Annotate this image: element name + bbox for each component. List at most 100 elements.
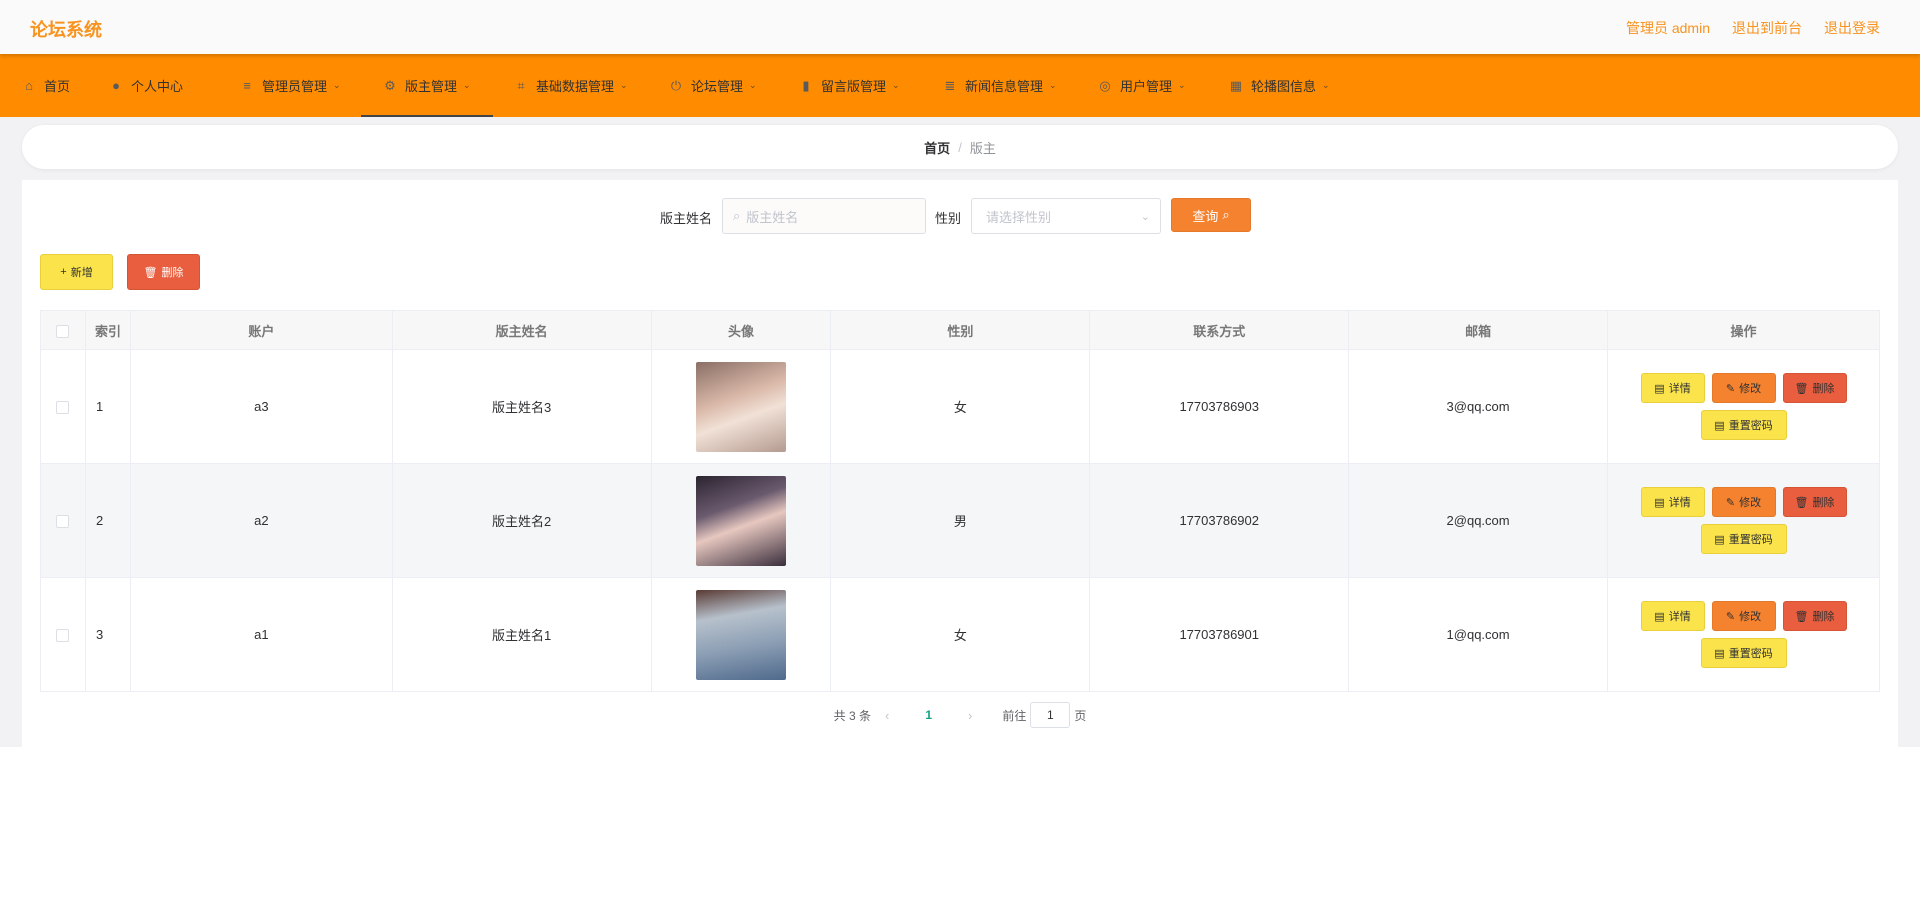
goto-prefix: 前往 xyxy=(1002,708,1027,723)
col-index: 索引 xyxy=(84,310,131,350)
next-page-icon[interactable]: › xyxy=(968,708,972,723)
nav-item-basic-data[interactable]: ⌗ 基础数据管理 ⌄ xyxy=(514,54,628,117)
table-row: 1 a3 版主姓名3 女 17703786903 3@qq.com ▤ 详情 ✎ 修… xyxy=(40,349,1880,464)
exit-to-front-link[interactable]: 退出到前台 xyxy=(1732,18,1802,38)
gender-select[interactable]: 请选择性别 ⌄ xyxy=(971,198,1161,234)
delete-button[interactable]: 🗑 删除 xyxy=(1782,373,1847,403)
search-button[interactable]: 查询 ⌕ xyxy=(1171,198,1251,232)
nav-item-moderator-manage[interactable]: ⚙ 版主管理 ⌄ xyxy=(361,54,493,117)
pencil-icon: ✎ xyxy=(1725,496,1736,509)
avatar[interactable] xyxy=(696,589,787,680)
reset-label: 重置密码 xyxy=(1728,648,1773,660)
row-actions: ▤ 详情 ✎ 修改 🗑 删除 ▤ 重置密码 xyxy=(1607,349,1880,464)
admin-label: 管理员 admin xyxy=(1625,20,1710,36)
plus-icon: + xyxy=(60,266,67,278)
edit-label: 修改 xyxy=(1739,383,1762,395)
row-avatar-cell xyxy=(650,349,832,464)
row-select-cell xyxy=(40,463,86,578)
pagination: 共 3 条 ‹ 1 › 前往 1 页 xyxy=(22,702,1898,728)
chevron-down-icon: ⌄ xyxy=(333,80,341,90)
nav-item-message-manage[interactable]: ▮ 留言版管理 ⌄ xyxy=(799,54,900,117)
row-email: 1@qq.com xyxy=(1348,577,1608,692)
select-all-checkbox[interactable] xyxy=(56,324,70,338)
avatar[interactable] xyxy=(696,361,787,452)
moderator-table: 索引 账户 版主姓名 头像 性别 联系方式 邮箱 操作 1 a3 版主姓名3 女… xyxy=(40,310,1880,692)
nav-item-home[interactable]: ⌂ 首页 xyxy=(22,54,70,117)
reset-password-button[interactable]: ▤ 重置密码 xyxy=(1700,524,1787,554)
detail-button[interactable]: ▤ 详情 xyxy=(1640,601,1705,631)
page-number[interactable]: 1 xyxy=(925,708,932,722)
col-avatar: 头像 xyxy=(650,310,832,350)
nav-label: 留言版管理 xyxy=(821,79,887,94)
row-actions: ▤ 详情 ✎ 修改 🗑 删除 ▤ 重置密码 xyxy=(1607,463,1880,578)
search-icon: ⌕ xyxy=(733,208,741,223)
home-icon: ⌂ xyxy=(25,77,33,93)
name-search-label: 版主姓名 xyxy=(660,211,713,226)
add-button[interactable]: + 新增 xyxy=(40,254,113,290)
delete-button[interactable]: 🗑 删除 xyxy=(1782,601,1847,631)
document-icon: ▤ xyxy=(1714,419,1725,432)
chevron-down-icon: ⌄ xyxy=(1322,80,1330,90)
user-icon: ● xyxy=(112,77,120,93)
pagination-total: 共 3 条 xyxy=(833,708,871,723)
row-checkbox[interactable] xyxy=(56,629,70,643)
row-phone: 17703786901 xyxy=(1089,577,1350,692)
row-name: 版主姓名3 xyxy=(391,349,652,464)
logout-link[interactable]: 退出登录 xyxy=(1824,18,1880,38)
breadcrumb-current: 版主 xyxy=(969,140,996,156)
nav-label: 轮播图信息 xyxy=(1251,79,1317,94)
nav-item-user-manage[interactable]: ◎ 用户管理 ⌄ xyxy=(1098,54,1186,117)
row-checkbox[interactable] xyxy=(56,401,70,415)
nav-item-news-manage[interactable]: ≣ 新闻信息管理 ⌄ xyxy=(943,54,1057,117)
moderator-icon: ⚙ xyxy=(384,77,396,93)
edit-button[interactable]: ✎ 修改 xyxy=(1711,601,1776,631)
detail-button[interactable]: ▤ 详情 xyxy=(1640,487,1705,517)
col-actions: 操作 xyxy=(1607,310,1880,350)
col-account: 账户 xyxy=(129,310,393,350)
edit-button[interactable]: ✎ 修改 xyxy=(1711,487,1776,517)
search-icon: ⌕ xyxy=(1222,207,1230,222)
power-icon: ⏻ xyxy=(670,77,682,93)
table-row: 2 a2 版主姓名2 男 17703786902 2@qq.com ▤ 详情 ✎ 修… xyxy=(40,463,1880,578)
row-phone: 17703786902 xyxy=(1089,463,1350,578)
batch-delete-button[interactable]: 🗑 删除 xyxy=(127,254,200,290)
reset-password-button[interactable]: ▤ 重置密码 xyxy=(1700,638,1787,668)
reset-password-button[interactable]: ▤ 重置密码 xyxy=(1700,410,1787,440)
edit-button[interactable]: ✎ 修改 xyxy=(1711,373,1776,403)
nav-label: 论坛管理 xyxy=(691,79,744,94)
nav-label: 首页 xyxy=(44,79,71,94)
nav-item-forum-manage[interactable]: ⏻ 论坛管理 ⌄ xyxy=(669,54,757,117)
data-icon: ⌗ xyxy=(517,77,525,93)
top-right-links: 管理员 admin 退出到前台 退出登录 xyxy=(1626,18,1880,38)
avatar[interactable] xyxy=(696,475,787,566)
nav-item-carousel[interactable]: ▦ 轮播图信息 ⌄ xyxy=(1229,54,1330,117)
nav-label: 管理员管理 xyxy=(262,79,328,94)
nav-item-profile[interactable]: ● 个人中心 xyxy=(109,54,183,117)
prev-page-icon[interactable]: ‹ xyxy=(885,708,889,723)
delete-label: 删除 xyxy=(1812,383,1835,395)
goto-page-input[interactable]: 1 xyxy=(1030,702,1071,728)
breadcrumb-separator: / xyxy=(958,139,962,155)
nav-label: 新闻信息管理 xyxy=(965,79,1044,94)
brand-title: 论坛系统 xyxy=(30,20,102,40)
trash-icon: 🗑 xyxy=(1794,382,1809,395)
row-index: 1 xyxy=(84,349,131,464)
nav-label: 基础数据管理 xyxy=(536,79,615,94)
chevron-down-icon: ⌄ xyxy=(620,80,628,90)
detail-label: 详情 xyxy=(1668,383,1691,395)
breadcrumb-home[interactable]: 首页 xyxy=(924,138,950,157)
name-search-input[interactable]: ⌕ 版主姓名 xyxy=(722,198,926,234)
detail-button[interactable]: ▤ 详情 xyxy=(1640,373,1705,403)
row-checkbox[interactable] xyxy=(56,515,70,529)
delete-button[interactable]: 🗑 删除 xyxy=(1782,487,1847,517)
goto-suffix: 页 xyxy=(1074,708,1087,723)
chevron-down-icon: ⌄ xyxy=(1178,80,1186,90)
nav-item-admin-manage[interactable]: ≡ 管理员管理 ⌄ xyxy=(240,54,341,117)
chevron-down-icon: ⌄ xyxy=(892,80,900,90)
row-gender: 女 xyxy=(830,349,1091,464)
detail-label: 详情 xyxy=(1668,611,1691,623)
delete-label: 删除 xyxy=(1812,497,1835,509)
nav-label: 版主管理 xyxy=(405,79,458,94)
detail-label: 详情 xyxy=(1668,497,1691,509)
trash-icon: 🗑 xyxy=(1794,496,1809,509)
